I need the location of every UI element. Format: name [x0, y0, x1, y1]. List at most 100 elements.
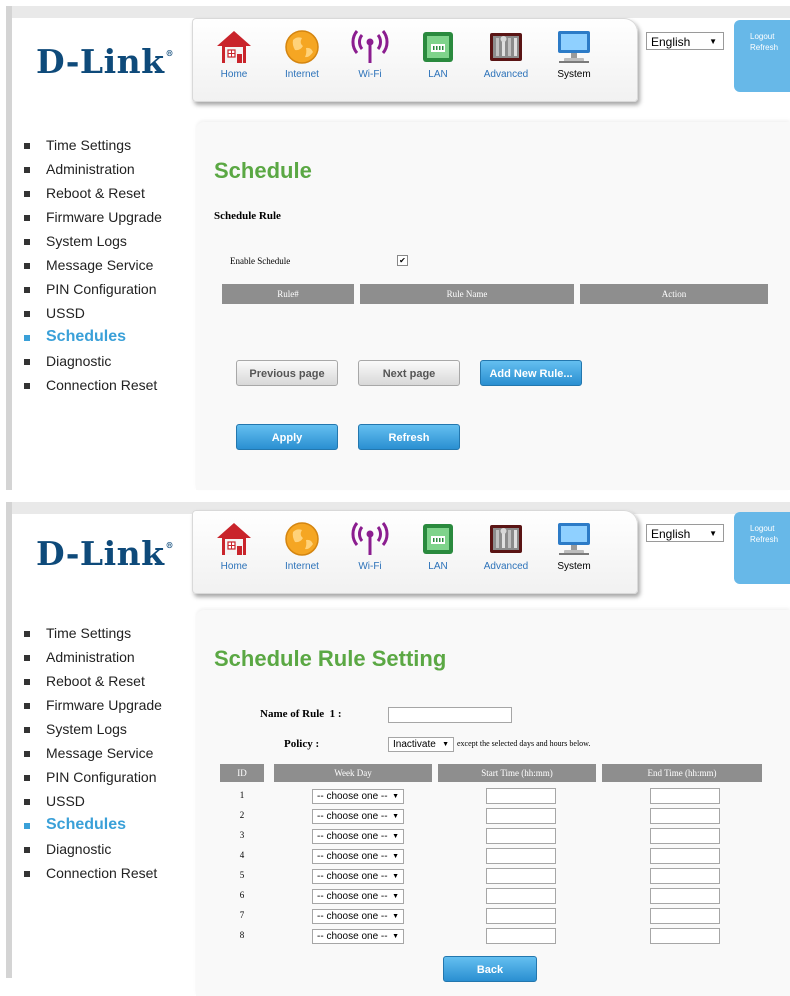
weekday-value: -- choose one -- [317, 871, 388, 882]
brand-logo: D-Link® [36, 534, 175, 573]
sidebar-item-reboot-reset[interactable]: Reboot & Reset [22, 181, 162, 205]
nav-label: Advanced [483, 561, 529, 572]
enable-schedule-checkbox[interactable]: ✔ [397, 255, 408, 266]
sidebar-item-reboot-reset[interactable]: Reboot & Reset [22, 669, 162, 693]
sidebar-item-ussd[interactable]: USSD [22, 301, 162, 325]
nav-advanced[interactable]: Advanced [478, 520, 534, 572]
nav-lan[interactable]: LAN [410, 28, 466, 80]
nav-internet[interactable]: Internet [274, 28, 330, 80]
rule-rows: 1 -- choose one -- ▼ 2 -- choose one -- ▼ 3 -- … [196, 610, 790, 996]
sidebar: Time Settings Administration Reboot & Rese… [22, 621, 162, 885]
sidebar-item-system-logs[interactable]: System Logs [22, 717, 162, 741]
col-rule-number: Rule# [222, 284, 354, 304]
nav-internet[interactable]: Internet [274, 520, 330, 572]
start-time-input[interactable] [486, 808, 556, 824]
weekday-select[interactable]: -- choose one -- ▼ [312, 849, 404, 864]
weekday-select[interactable]: -- choose one -- ▼ [312, 909, 404, 924]
weekday-select[interactable]: -- choose one -- ▼ [312, 789, 404, 804]
sidebar-item-connection-reset[interactable]: Connection Reset [22, 861, 162, 885]
next-page-button[interactable]: Next page [358, 360, 460, 386]
end-time-input[interactable] [650, 908, 720, 924]
end-time-input[interactable] [650, 848, 720, 864]
row-id: 4 [239, 850, 245, 860]
refresh-button[interactable]: Refresh [358, 424, 460, 450]
start-time-input[interactable] [486, 788, 556, 804]
schedule-rule-panel: D-Link® Home Internet Wi-Fi LAN Advanced Syst… [0, 496, 790, 996]
nav-lan[interactable]: LAN [410, 520, 466, 572]
end-time-input[interactable] [650, 808, 720, 824]
weekday-select[interactable]: -- choose one -- ▼ [312, 829, 404, 844]
page-title: Schedule [214, 158, 312, 183]
refresh-link[interactable]: Refresh [750, 535, 790, 544]
sidebar-item-time-settings[interactable]: Time Settings [22, 621, 162, 645]
window-frame-left [6, 6, 12, 490]
end-time-input[interactable] [650, 788, 720, 804]
row-id: 2 [239, 810, 245, 820]
start-time-input[interactable] [486, 868, 556, 884]
sidebar-item-firmware-upgrade[interactable]: Firmware Upgrade [22, 205, 162, 229]
computer-icon [546, 520, 602, 558]
sidebar-item-system-logs[interactable]: System Logs [22, 229, 162, 253]
nav-label: Internet [285, 561, 319, 572]
sidebar-item-schedules[interactable]: Schedules [22, 325, 162, 349]
schedule-content: Schedule Schedule Rule Enable Schedule ✔… [196, 122, 790, 490]
language-select[interactable]: English ▼ [646, 524, 724, 542]
schedule-panel: D-Link® Home Internet Wi-Fi LAN Advanced Syst… [0, 0, 790, 490]
nav-label: Home [220, 561, 248, 572]
apply-button[interactable]: Apply [236, 424, 338, 450]
end-time-input[interactable] [650, 888, 720, 904]
brand-logo: D-Link® [36, 42, 175, 81]
refresh-link[interactable]: Refresh [750, 43, 790, 52]
nav-wifi[interactable]: Wi-Fi [342, 520, 398, 572]
row-id: 5 [239, 870, 245, 880]
add-new-rule-button[interactable]: Add New Rule... [480, 360, 582, 386]
sidebar-item-message-service[interactable]: Message Service [22, 741, 162, 765]
nav-label: Internet [285, 69, 319, 80]
start-time-input[interactable] [486, 928, 556, 944]
tools-icon [478, 28, 534, 66]
start-time-input[interactable] [486, 848, 556, 864]
start-time-input[interactable] [486, 828, 556, 844]
language-value: English [651, 35, 691, 49]
sidebar-item-administration[interactable]: Administration [22, 157, 162, 181]
tools-icon [478, 520, 534, 558]
nav-wifi[interactable]: Wi-Fi [342, 28, 398, 80]
nav-system[interactable]: System [546, 520, 602, 572]
end-time-input[interactable] [650, 868, 720, 884]
session-tab: Logout Refresh [734, 512, 790, 584]
wifi-icon [342, 520, 398, 558]
sidebar-item-pin-configuration[interactable]: PIN Configuration [22, 765, 162, 789]
logout-link[interactable]: Logout [750, 524, 790, 533]
nav-home[interactable]: Home [206, 520, 262, 572]
sidebar-item-time-settings[interactable]: Time Settings [22, 133, 162, 157]
sidebar-item-firmware-upgrade[interactable]: Firmware Upgrade [22, 693, 162, 717]
end-time-input[interactable] [650, 928, 720, 944]
language-value: English [651, 527, 691, 541]
weekday-select[interactable]: -- choose one -- ▼ [312, 869, 404, 884]
sidebar-item-pin-configuration[interactable]: PIN Configuration [22, 277, 162, 301]
wifi-icon [342, 28, 398, 66]
sidebar-item-diagnostic[interactable]: Diagnostic [22, 837, 162, 861]
nav-label: Wi-Fi [358, 561, 382, 572]
weekday-select[interactable]: -- choose one -- ▼ [312, 889, 404, 904]
main-nav: Home Internet Wi-Fi LAN Advanced System [192, 510, 638, 594]
start-time-input[interactable] [486, 908, 556, 924]
weekday-select[interactable]: -- choose one -- ▼ [312, 929, 404, 944]
sidebar-item-diagnostic[interactable]: Diagnostic [22, 349, 162, 373]
logout-link[interactable]: Logout [750, 32, 790, 41]
weekday-select[interactable]: -- choose one -- ▼ [312, 809, 404, 824]
nav-system[interactable]: System [546, 28, 602, 80]
sidebar-item-connection-reset[interactable]: Connection Reset [22, 373, 162, 397]
end-time-input[interactable] [650, 828, 720, 844]
section-title: Schedule Rule [214, 210, 281, 222]
previous-page-button[interactable]: Previous page [236, 360, 338, 386]
sidebar-item-administration[interactable]: Administration [22, 645, 162, 669]
sidebar-item-ussd[interactable]: USSD [22, 789, 162, 813]
nav-advanced[interactable]: Advanced [478, 28, 534, 80]
start-time-input[interactable] [486, 888, 556, 904]
back-button[interactable]: Back [443, 956, 537, 982]
sidebar-item-schedules[interactable]: Schedules [22, 813, 162, 837]
sidebar-item-message-service[interactable]: Message Service [22, 253, 162, 277]
nav-home[interactable]: Home [206, 28, 262, 80]
language-select[interactable]: English ▼ [646, 32, 724, 50]
